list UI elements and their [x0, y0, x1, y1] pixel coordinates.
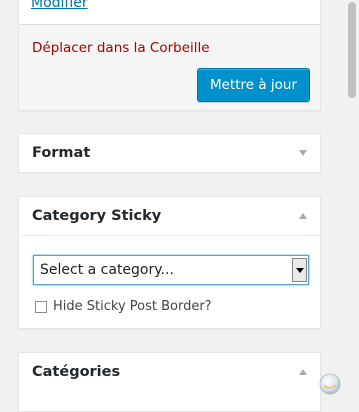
- category-select-value: Select a category...: [40, 262, 174, 278]
- categories-box: Catégories: [18, 352, 321, 412]
- format-box-title[interactable]: Format: [19, 134, 320, 173]
- scrollbar-thumb[interactable]: [348, 2, 356, 98]
- category-sticky-box: Category Sticky Select a category... Hid…: [18, 196, 321, 329]
- categories-title[interactable]: Catégories: [19, 353, 320, 392]
- triangle-down-icon[interactable]: [298, 148, 308, 158]
- hide-border-label[interactable]: Hide Sticky Post Border?: [53, 299, 212, 315]
- modify-link[interactable]: Modifier: [31, 0, 88, 11]
- update-button[interactable]: Mettre à jour: [197, 68, 310, 102]
- bubble-icon: [318, 372, 342, 396]
- move-to-trash-link[interactable]: Déplacer dans la Corbeille: [32, 40, 210, 56]
- triangle-up-icon[interactable]: [298, 211, 308, 221]
- scrollbar[interactable]: [345, 0, 359, 393]
- category-sticky-title[interactable]: Category Sticky: [19, 197, 320, 236]
- hide-border-checkbox[interactable]: [35, 301, 47, 313]
- chevron-down-icon[interactable]: [292, 258, 307, 282]
- publish-box: Modifier Déplacer dans la Corbeille Mett…: [18, 0, 321, 111]
- triangle-up-icon[interactable]: [298, 367, 308, 377]
- format-box: Format: [18, 133, 321, 173]
- category-select[interactable]: Select a category...: [33, 255, 309, 285]
- publish-actions: Déplacer dans la Corbeille Mettre à jour: [19, 24, 320, 110]
